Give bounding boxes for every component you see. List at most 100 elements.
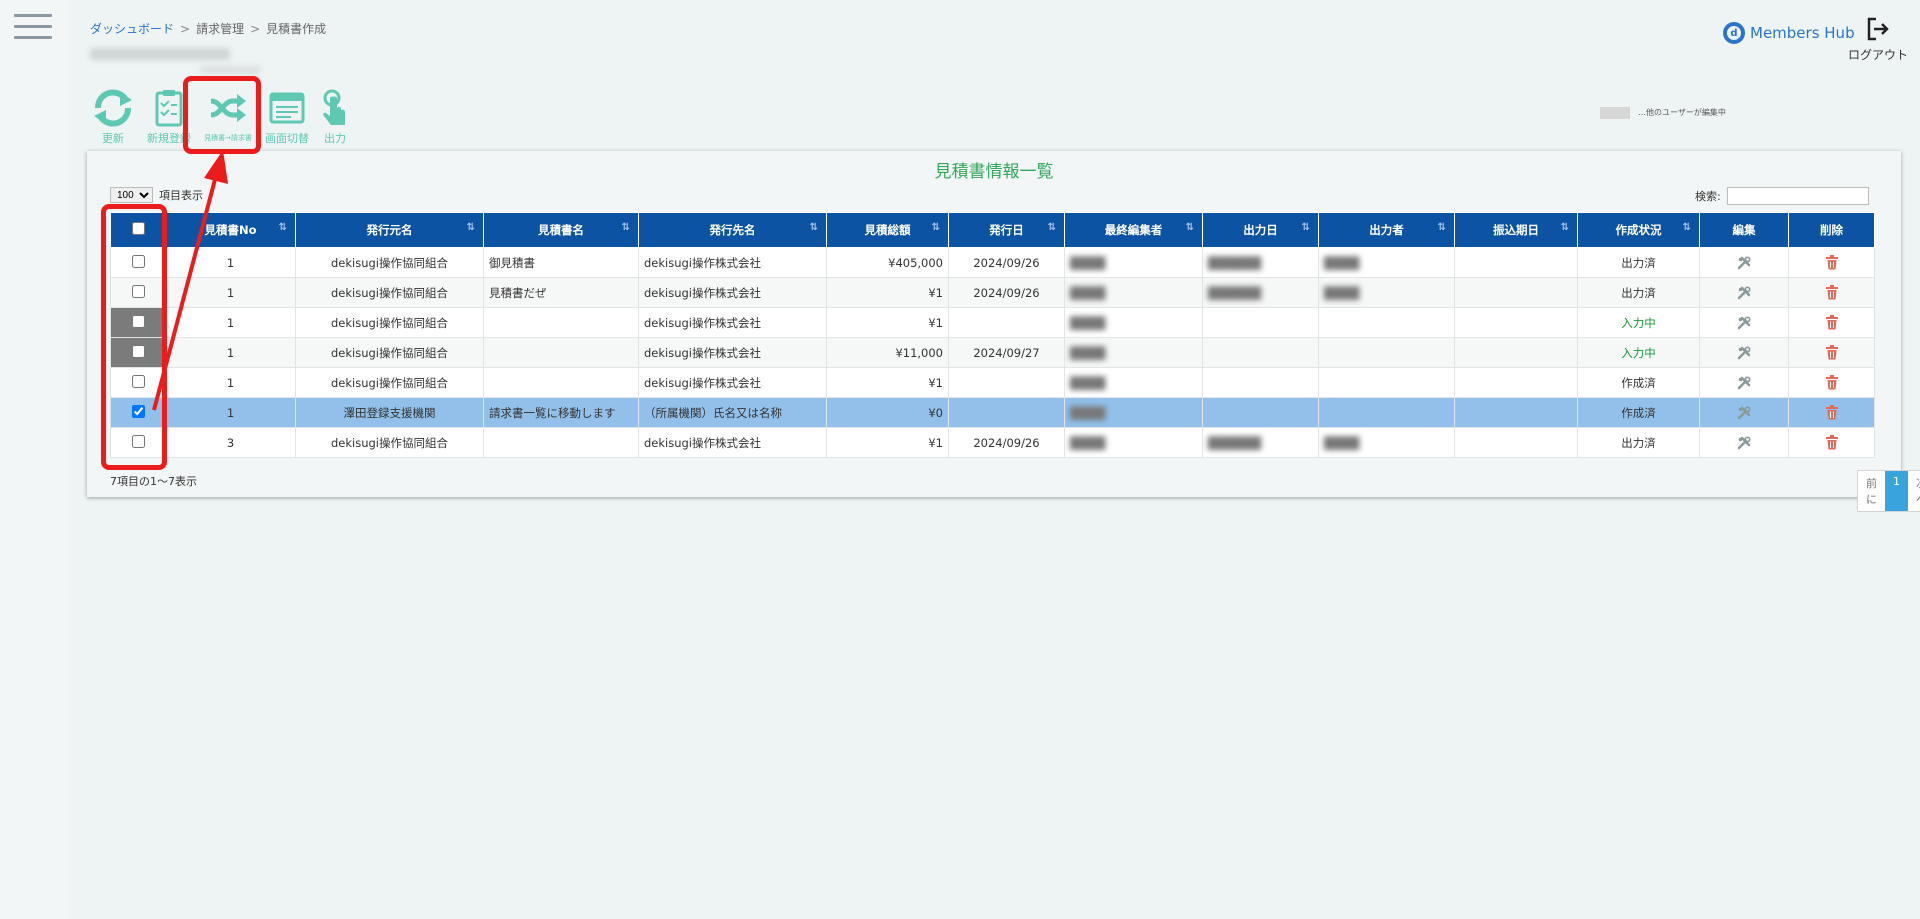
column-header[interactable]: 発行日 ⇅ bbox=[948, 212, 1065, 248]
table-row[interactable]: 1 dekisugi操作協同組合 御見積書 dekisugi操作株式会社 ¥405,00… bbox=[110, 247, 1875, 278]
cell-output-user bbox=[1318, 337, 1455, 368]
delete-button[interactable] bbox=[1788, 427, 1875, 458]
delete-button[interactable] bbox=[1788, 307, 1875, 338]
breadcrumb-current: 見積書作成 bbox=[266, 22, 327, 36]
cell-output-date: ██████ bbox=[1202, 247, 1319, 278]
refresh-button[interactable]: 更新 bbox=[85, 88, 141, 146]
prev-page-button[interactable]: 前に bbox=[1858, 471, 1885, 511]
trash-icon bbox=[1825, 435, 1838, 450]
breadcrumb: ダッシュボード > 請求管理 > 見積書作成 bbox=[90, 20, 326, 37]
tools-icon bbox=[1737, 375, 1751, 389]
cell-status: 作成済 bbox=[1577, 367, 1700, 398]
edit-button[interactable] bbox=[1699, 337, 1789, 368]
row-select-cell bbox=[110, 277, 166, 308]
trash-icon bbox=[1825, 345, 1838, 360]
row-checkbox[interactable] bbox=[131, 404, 145, 418]
table-row[interactable]: 1 dekisugi操作協同組合 dekisugi操作株式会社 ¥11,000 2024… bbox=[110, 337, 1875, 368]
cell-payment-due bbox=[1454, 427, 1578, 458]
select-all-checkbox[interactable] bbox=[131, 222, 145, 235]
column-header[interactable]: 発行元名 ⇅ bbox=[295, 212, 484, 248]
table-row[interactable]: 3 dekisugi操作協同組合 dekisugi操作株式会社 ¥1 2024/09/2… bbox=[110, 427, 1875, 458]
blurred-value: ██████ bbox=[1208, 285, 1262, 300]
cell-recipient: （所属機関）氏名又は名称 bbox=[638, 397, 827, 428]
delete-button[interactable] bbox=[1788, 277, 1875, 308]
row-checkbox[interactable] bbox=[131, 314, 145, 328]
blurred-value: ████ bbox=[1070, 255, 1106, 270]
new-register-button[interactable]: 新規登録 bbox=[141, 88, 197, 146]
edit-button[interactable] bbox=[1699, 247, 1789, 278]
search-input[interactable] bbox=[1726, 187, 1869, 205]
row-checkbox[interactable] bbox=[131, 374, 145, 388]
edit-button[interactable] bbox=[1699, 367, 1789, 398]
edit-button[interactable] bbox=[1699, 427, 1789, 458]
row-checkbox[interactable] bbox=[131, 284, 145, 298]
tools-icon bbox=[1737, 315, 1751, 329]
screen-switch-button[interactable]: 画面切替 bbox=[259, 88, 315, 146]
tools-icon bbox=[1737, 345, 1751, 359]
column-header[interactable]: 見積書No ⇅ bbox=[165, 212, 296, 248]
row-checkbox[interactable] bbox=[131, 434, 145, 448]
sort-icon: ⇅ bbox=[1047, 222, 1056, 233]
column-header[interactable]: 見積書名 ⇅ bbox=[483, 212, 639, 248]
column-header[interactable]: 出力日 ⇅ bbox=[1202, 212, 1319, 248]
tools-icon bbox=[1737, 285, 1751, 299]
cell-amount: ¥0 bbox=[826, 397, 949, 428]
edit-button[interactable] bbox=[1699, 397, 1789, 428]
blurred-value: ████ bbox=[1070, 435, 1106, 450]
column-header[interactable]: 発行先名 ⇅ bbox=[638, 212, 827, 248]
breadcrumb-separator: > bbox=[180, 22, 191, 36]
sort-icon: ⇅ bbox=[466, 222, 475, 233]
brand-name: Members Hub bbox=[1750, 24, 1855, 42]
output-button[interactable]: 出力 bbox=[315, 88, 355, 146]
delete-button[interactable] bbox=[1788, 367, 1875, 398]
row-checkbox[interactable] bbox=[131, 344, 145, 358]
cell-output-user bbox=[1318, 397, 1455, 428]
table-row[interactable]: 1 dekisugi操作協同組合 dekisugi操作株式会社 ¥1 ████ 入力中 bbox=[110, 307, 1875, 338]
cell-issue-date bbox=[948, 367, 1065, 398]
tools-icon bbox=[1737, 435, 1751, 449]
blurred-value: ██████ bbox=[1208, 435, 1262, 450]
menu-icon[interactable] bbox=[14, 14, 52, 42]
breadcrumb-dashboard-link[interactable]: ダッシュボード bbox=[90, 22, 174, 36]
edit-button[interactable] bbox=[1699, 277, 1789, 308]
hand-pointer-icon bbox=[323, 89, 345, 125]
page-1-button[interactable]: 1 bbox=[1885, 471, 1908, 511]
cell-estimate-no: 3 bbox=[165, 427, 296, 458]
delete-button[interactable] bbox=[1788, 247, 1875, 278]
next-page-button[interactable]: 次へ bbox=[1908, 471, 1920, 511]
cell-issuer: dekisugi操作協同組合 bbox=[295, 427, 484, 458]
sort-icon: ⇅ bbox=[278, 222, 287, 233]
delete-button[interactable] bbox=[1788, 337, 1875, 368]
column-header[interactable]: 見積総額 ⇅ bbox=[826, 212, 949, 248]
table-row[interactable]: 1 澤田登録支援機関 請求書一覧に移動します （所属機関）氏名又は名称 ¥0 ████ 作成… bbox=[110, 397, 1875, 428]
table-row[interactable]: 1 dekisugi操作協同組合 dekisugi操作株式会社 ¥1 ████ 作成済 bbox=[110, 367, 1875, 398]
table-row[interactable]: 1 dekisugi操作協同組合 見積書だぜ dekisugi操作株式会社 ¥1 2024… bbox=[110, 277, 1875, 308]
row-select-cell bbox=[110, 427, 166, 458]
logout-button[interactable]: ログアウト bbox=[1848, 16, 1908, 63]
cell-payment-due bbox=[1454, 397, 1578, 428]
convert-to-invoice-button[interactable]: 見積書→請求書 bbox=[197, 88, 259, 143]
cell-recipient: dekisugi操作株式会社 bbox=[638, 277, 827, 308]
sort-icon: ⇅ bbox=[1301, 222, 1310, 233]
cell-title: 御見積書 bbox=[483, 247, 639, 278]
delete-button[interactable] bbox=[1788, 397, 1875, 428]
cell-last-editor: ████ bbox=[1064, 337, 1203, 368]
edit-button[interactable] bbox=[1699, 307, 1789, 338]
cell-output-user bbox=[1318, 307, 1455, 338]
column-header[interactable]: 振込期日 ⇅ bbox=[1454, 212, 1578, 248]
cell-issuer: dekisugi操作協同組合 bbox=[295, 277, 484, 308]
row-select-cell bbox=[110, 397, 166, 428]
row-checkbox[interactable] bbox=[131, 254, 145, 268]
column-header[interactable]: 最終編集者 ⇅ bbox=[1064, 212, 1203, 248]
per-page-select[interactable]: 100 bbox=[110, 187, 153, 203]
cell-estimate-no: 1 bbox=[165, 307, 296, 338]
cell-output-date: ██████ bbox=[1202, 427, 1319, 458]
column-header[interactable]: 作成状況 ⇅ bbox=[1577, 212, 1700, 248]
column-header[interactable]: 出力者 ⇅ bbox=[1318, 212, 1455, 248]
cell-status: 出力済 bbox=[1577, 277, 1700, 308]
blurred-value: ████ bbox=[1324, 255, 1360, 270]
cell-recipient: dekisugi操作株式会社 bbox=[638, 367, 827, 398]
column-header-edit: 編集 bbox=[1699, 212, 1789, 248]
sort-icon: ⇅ bbox=[931, 222, 940, 233]
cell-estimate-no: 1 bbox=[165, 277, 296, 308]
